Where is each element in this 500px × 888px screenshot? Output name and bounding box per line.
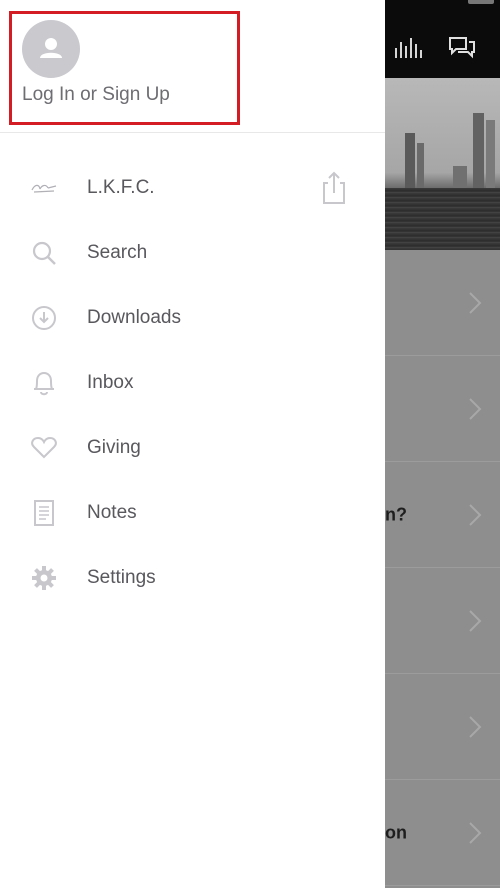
side-drawer: Log In or Sign Up L.K.F.C. Search Downlo… — [0, 0, 385, 888]
menu-item-inbox[interactable]: Inbox — [0, 350, 385, 415]
chevron-right-icon — [469, 715, 482, 738]
chevron-right-icon — [469, 503, 482, 526]
notes-icon — [30, 499, 58, 527]
list-item[interactable] — [385, 674, 500, 780]
menu-label: Downloads — [87, 306, 181, 328]
battery-indicator — [468, 0, 494, 4]
menu-item-lkfc[interactable]: L.K.F.C. — [0, 155, 385, 220]
menu-item-search[interactable]: Search — [0, 220, 385, 285]
menu-item-notes[interactable]: Notes — [0, 480, 385, 545]
menu-label: Search — [87, 241, 148, 263]
highlight-box — [9, 11, 240, 125]
menu-item-settings[interactable]: Settings — [0, 545, 385, 610]
background-top-bar — [385, 0, 500, 78]
list-item[interactable] — [385, 250, 500, 356]
list-item[interactable]: n? — [385, 462, 500, 568]
list-item[interactable] — [385, 356, 500, 462]
menu-item-giving[interactable]: Giving — [0, 415, 385, 480]
chevron-right-icon — [469, 609, 482, 632]
list-item[interactable]: on — [385, 780, 500, 886]
profile-header[interactable]: Log In or Sign Up — [0, 0, 385, 133]
menu-label: L.K.F.C. — [87, 176, 155, 198]
share-icon[interactable] — [320, 171, 348, 205]
background-hero-image — [385, 78, 500, 250]
menu-label: Notes — [87, 501, 137, 523]
chevron-right-icon — [469, 397, 482, 420]
menu-label: Inbox — [87, 371, 134, 393]
bell-icon — [30, 369, 58, 397]
chevron-right-icon — [469, 821, 482, 844]
menu-label: Giving — [87, 436, 141, 458]
heart-icon — [30, 434, 58, 462]
download-icon — [30, 304, 58, 332]
chat-icon[interactable] — [448, 36, 476, 60]
menu-item-downloads[interactable]: Downloads — [0, 285, 385, 350]
audio-bars-icon[interactable] — [393, 36, 423, 60]
search-icon — [30, 239, 58, 267]
list-item[interactable] — [385, 568, 500, 674]
menu-label: Settings — [87, 566, 156, 588]
background-list: n? on — [385, 250, 500, 888]
gear-icon — [30, 564, 58, 592]
chevron-right-icon — [469, 291, 482, 314]
church-logo-icon — [30, 174, 58, 202]
